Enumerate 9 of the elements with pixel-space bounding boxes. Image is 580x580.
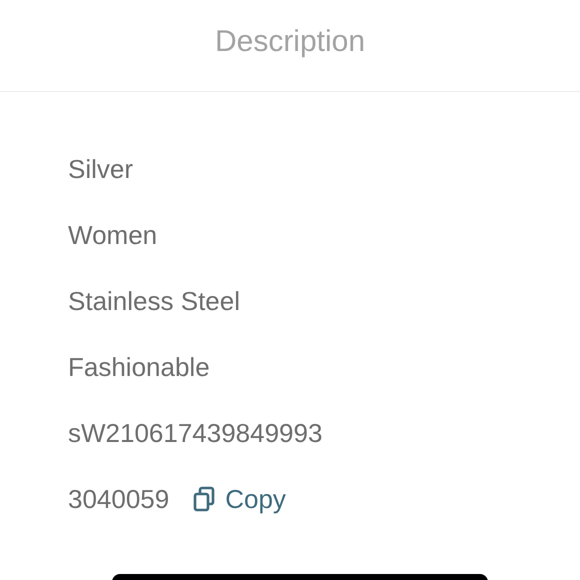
- code-text: 3040059: [68, 484, 170, 514]
- copy-button[interactable]: Copy: [193, 484, 286, 514]
- detail-text: Women: [68, 220, 158, 250]
- header-title: Description: [214, 24, 366, 60]
- detail-text: sW210617439849993: [68, 418, 322, 448]
- detail-text: Stainless Steel: [68, 286, 240, 316]
- copy-icon: [193, 486, 218, 512]
- detail-text: Silver: [68, 154, 134, 184]
- detail-text: Fashionable: [68, 352, 210, 382]
